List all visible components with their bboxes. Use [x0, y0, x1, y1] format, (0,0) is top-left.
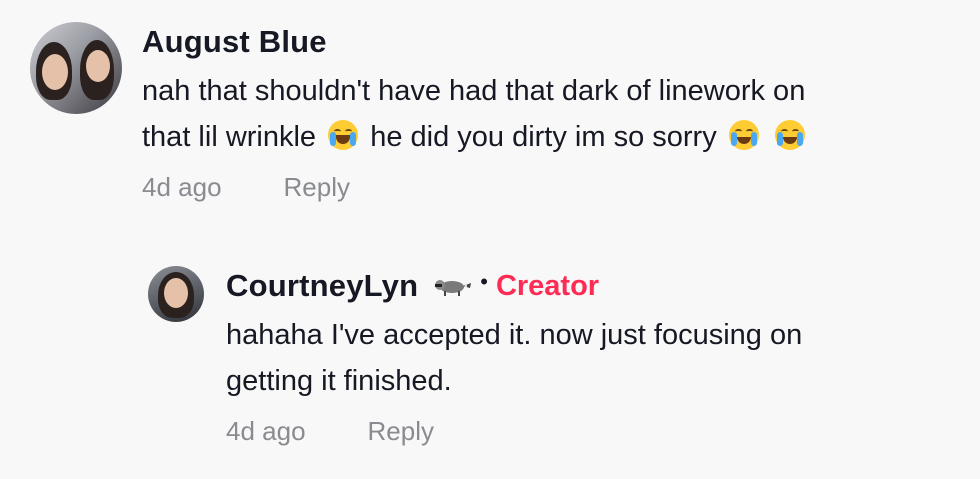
comment-text-segment: that lil wrinkle: [142, 121, 317, 153]
creator-badge: Creator: [495, 269, 600, 302]
reply-comment-item: CourtneyLyn • Creator hahaha I've accept…: [148, 266, 946, 447]
face-with-tears-of-joy-icon: [328, 120, 359, 150]
comment-text: nah that shouldn't have had that dark of…: [142, 68, 922, 160]
comment-text: hahaha I've accepted it. now just focusi…: [226, 312, 946, 404]
comment-body: August Blue nah that shouldn't have had …: [142, 22, 922, 203]
loudly-crying-face-icon: [728, 120, 759, 150]
reply-button[interactable]: Reply: [368, 416, 434, 447]
loudly-crying-face-icon: [774, 120, 805, 150]
avatar-photo-detail: [86, 50, 110, 82]
comment-text-line: getting it finished.: [226, 365, 452, 397]
comments-section: August Blue nah that shouldn't have had …: [0, 0, 980, 479]
comment-text-segment: he did you dirty im so sorry: [370, 121, 717, 153]
comment-item: August Blue nah that shouldn't have had …: [30, 22, 922, 203]
avatar-photo-detail: [42, 54, 68, 90]
comment-timestamp: 4d ago: [226, 416, 306, 446]
comment-text-line: that lil wrinkle he did you dirty im so …: [142, 114, 922, 160]
avatar[interactable]: [148, 266, 204, 322]
comment-text-line: nah that shouldn't have had that dark of…: [142, 75, 806, 107]
reply-button[interactable]: Reply: [284, 172, 350, 203]
avatar-photo-detail: [164, 278, 188, 308]
separator-dot: •: [480, 269, 488, 294]
comment-username[interactable]: CourtneyLyn: [226, 268, 418, 304]
comment-body: CourtneyLyn • Creator hahaha I've accept…: [226, 266, 946, 447]
comment-timestamp: 4d ago: [142, 172, 222, 202]
raccoon-icon: [435, 280, 472, 296]
comment-header: CourtneyLyn • Creator: [226, 266, 946, 306]
comment-username[interactable]: August Blue: [142, 24, 327, 60]
comment-meta: 4d ago Reply: [226, 416, 946, 447]
avatar[interactable]: [30, 22, 122, 114]
comment-text-line: hahaha I've accepted it. now just focusi…: [226, 319, 803, 351]
comment-meta: 4d ago Reply: [142, 172, 922, 203]
comment-header: August Blue: [142, 22, 922, 62]
